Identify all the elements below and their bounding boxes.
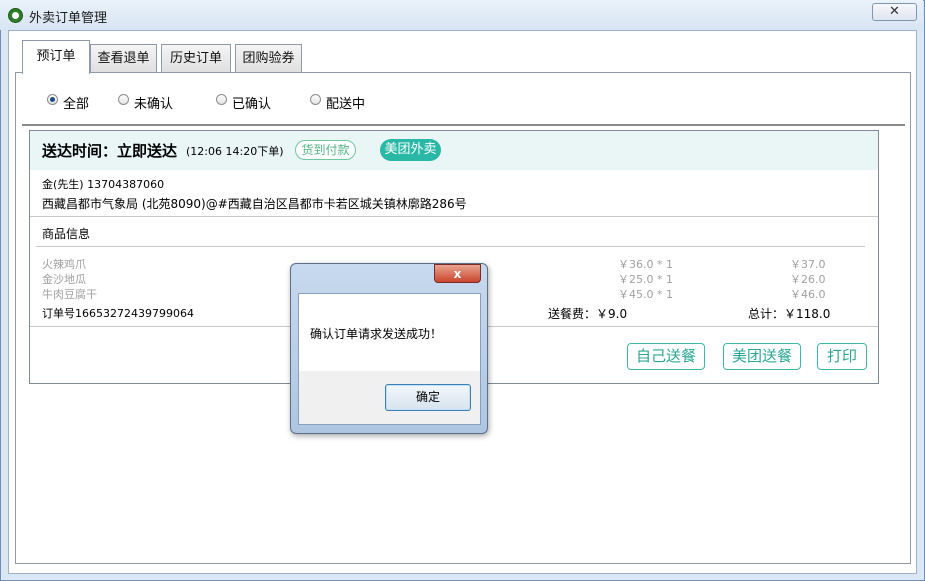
- item-unit-price: ￥25.0 * 1: [618, 273, 673, 286]
- order-time: (12:06 14:20下单): [186, 145, 284, 158]
- filter-radio-confirmed[interactable]: 已确认: [216, 93, 286, 112]
- divider: [30, 216, 878, 217]
- item-total: ￥46.0: [790, 288, 826, 301]
- self-delivery-button[interactable]: 自己送餐: [627, 343, 705, 370]
- meituan-delivery-button[interactable]: 美团送餐: [723, 343, 801, 370]
- filter-radio-unconfirmed[interactable]: 未确认: [118, 93, 188, 112]
- radio-indicator: [310, 94, 321, 105]
- radio-indicator: [118, 94, 129, 105]
- item-unit-price: ￥36.0 * 1: [618, 258, 673, 271]
- customer-info: 金(先生) 13704387060: [42, 178, 165, 191]
- payment-badge: 货到付款: [295, 140, 356, 160]
- delivery-time-title: 送达时间：立即送达: [42, 142, 178, 160]
- radio-label: 全部: [63, 97, 90, 112]
- item-name: 金沙地瓜: [42, 273, 86, 286]
- filter-radio-delivering[interactable]: 配送中: [310, 93, 380, 112]
- app-logo-icon: [8, 8, 23, 23]
- radio-indicator: [216, 94, 227, 105]
- dialog-message: 确认订单请求发送成功！: [310, 327, 443, 341]
- tab-group-coupon[interactable]: 团购验券: [235, 44, 302, 73]
- item-total: ￥37.0: [790, 258, 826, 271]
- order-number: 订单号16653272439799064: [42, 307, 194, 320]
- item-total: ￥26.0: [790, 273, 826, 286]
- radio-label: 配送中: [326, 97, 366, 112]
- delivery-fee: 送餐费：￥9.0: [548, 307, 628, 321]
- print-button[interactable]: 打印: [817, 343, 867, 370]
- window-title: 外卖订单管理: [29, 11, 108, 26]
- divider: [36, 246, 865, 247]
- tab-refunds[interactable]: 查看退单: [90, 44, 157, 73]
- goods-section-title: 商品信息: [42, 227, 91, 241]
- dialog-ok-button[interactable]: 确定: [385, 384, 471, 411]
- tab-preorder[interactable]: 预订单: [22, 40, 90, 74]
- item-unit-price: ￥45.0 * 1: [618, 288, 673, 301]
- platform-badge: 美团外卖: [380, 139, 441, 161]
- item-name: 火辣鸡爪: [42, 258, 86, 271]
- dialog-close-button[interactable]: x: [434, 264, 481, 283]
- radio-indicator: [47, 94, 58, 105]
- divider: [22, 124, 905, 126]
- radio-label: 未确认: [134, 97, 174, 112]
- radio-label: 已确认: [232, 97, 272, 112]
- title-bar: [0, 0, 923, 30]
- window-close-button[interactable]: ✕: [872, 3, 917, 21]
- item-name: 牛肉豆腐干: [42, 288, 97, 301]
- tab-history[interactable]: 历史订单: [161, 44, 231, 73]
- filter-radio-all[interactable]: 全部: [47, 93, 107, 112]
- order-total: 总计：￥118.0: [748, 307, 831, 321]
- customer-address: 西藏昌都市气象局 (北苑8090)@#西藏自治区昌都市卡若区城关镇林廓路286号: [42, 197, 467, 211]
